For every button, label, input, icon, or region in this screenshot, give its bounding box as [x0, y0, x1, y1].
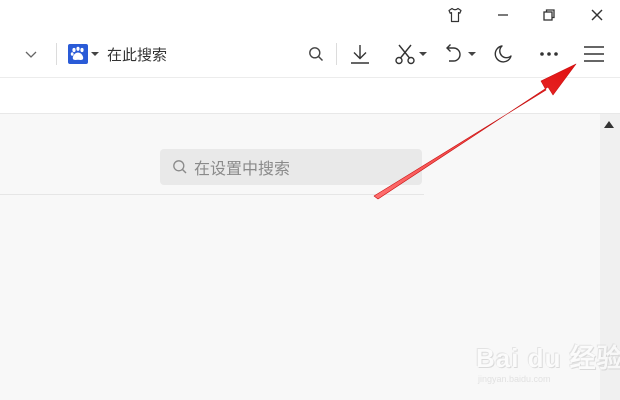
- search-input[interactable]: 在此搜索: [107, 44, 167, 65]
- scroll-up-arrow-icon[interactable]: [604, 121, 614, 128]
- menu-icon: [584, 46, 604, 62]
- undo-close-tab-button[interactable]: [438, 30, 480, 78]
- toolbar-divider: [56, 43, 57, 65]
- watermark-logo: Bai du 经验: [476, 343, 620, 373]
- caret-down-icon: [467, 52, 476, 56]
- search-button[interactable]: [304, 30, 328, 78]
- shirt-icon: [448, 7, 462, 23]
- title-bar: [0, 0, 620, 30]
- scissors-icon: [394, 44, 415, 65]
- caret-down-icon: [418, 52, 427, 56]
- search-icon: [309, 47, 324, 62]
- toolbar: 在此搜索: [0, 30, 620, 78]
- watermark: Bai du 经验 jingyan.baidu.com: [476, 338, 620, 388]
- search-box[interactable]: 在此搜索: [68, 43, 167, 65]
- bookmarks-bar: [0, 78, 620, 114]
- engine-dropdown-icon[interactable]: [91, 50, 99, 58]
- night-mode-button[interactable]: [488, 30, 518, 78]
- settings-search-placeholder: 在设置中搜索: [194, 159, 291, 178]
- undo-icon: [445, 44, 461, 62]
- main-menu-button[interactable]: [578, 30, 610, 78]
- download-button[interactable]: [346, 30, 374, 78]
- watermark-url: jingyan.baidu.com: [478, 374, 551, 384]
- screenshot-button[interactable]: [388, 30, 432, 78]
- more-icon: [540, 52, 558, 56]
- restore-button[interactable]: [526, 0, 572, 30]
- skin-button[interactable]: [432, 0, 478, 30]
- close-icon: [591, 9, 603, 21]
- minimize-icon: [498, 14, 508, 16]
- chevron-down-icon: [25, 51, 37, 58]
- search-icon: [173, 160, 187, 174]
- more-button[interactable]: [534, 30, 564, 78]
- close-button[interactable]: [574, 0, 620, 30]
- toolbar-divider: [336, 43, 337, 65]
- divider: [0, 194, 424, 195]
- restore-icon: [543, 9, 555, 21]
- download-icon: [351, 45, 369, 64]
- baidu-paw-icon: [68, 44, 88, 64]
- minimize-button[interactable]: [480, 0, 526, 30]
- settings-search-input[interactable]: 在设置中搜索: [160, 149, 422, 185]
- moon-icon: [494, 45, 512, 63]
- address-dropdown-button[interactable]: [20, 30, 42, 78]
